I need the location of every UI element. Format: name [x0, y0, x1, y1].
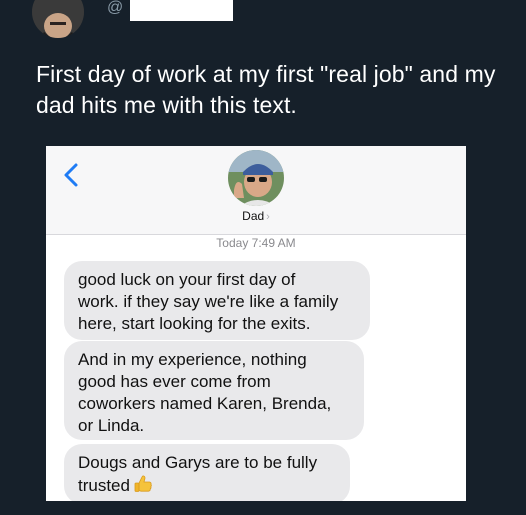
message-bubble[interactable]: good luck on your first day of work. if …	[64, 261, 370, 340]
message-text: good luck on your first day of work. if …	[78, 270, 339, 333]
tweet-page: @ First day of work at my first "real jo…	[0, 0, 526, 515]
imessage-screenshot[interactable]: Dad › Today 7:49 AM good luck on your fir…	[46, 146, 466, 501]
message-timestamp: Today 7:49 AM	[216, 236, 296, 250]
contact-avatar[interactable]	[228, 150, 284, 206]
chevron-left-icon[interactable]	[62, 160, 80, 190]
contact-name: Dad	[242, 209, 265, 223]
message-text: And in my experience, nothing good has e…	[78, 350, 332, 435]
tweet-text: First day of work at my first "real job"…	[36, 61, 496, 118]
contact-name-row[interactable]: Dad ›	[46, 209, 466, 223]
chevron-right-icon: ›	[266, 211, 270, 223]
message-bubble[interactable]: Dougs and Garys are to be fully trusted	[64, 444, 350, 501]
author-handle[interactable]: @	[107, 0, 234, 24]
message-text: Dougs and Garys are to be fully trusted	[78, 453, 318, 495]
messages-header: Dad ›	[46, 146, 466, 235]
at-symbol: @	[107, 0, 124, 16]
message-bubble[interactable]: And in my experience, nothing good has e…	[64, 341, 364, 440]
redacted-handle	[130, 0, 234, 21]
author-avatar[interactable]	[32, 0, 84, 38]
thumbs-up-icon	[134, 475, 152, 492]
